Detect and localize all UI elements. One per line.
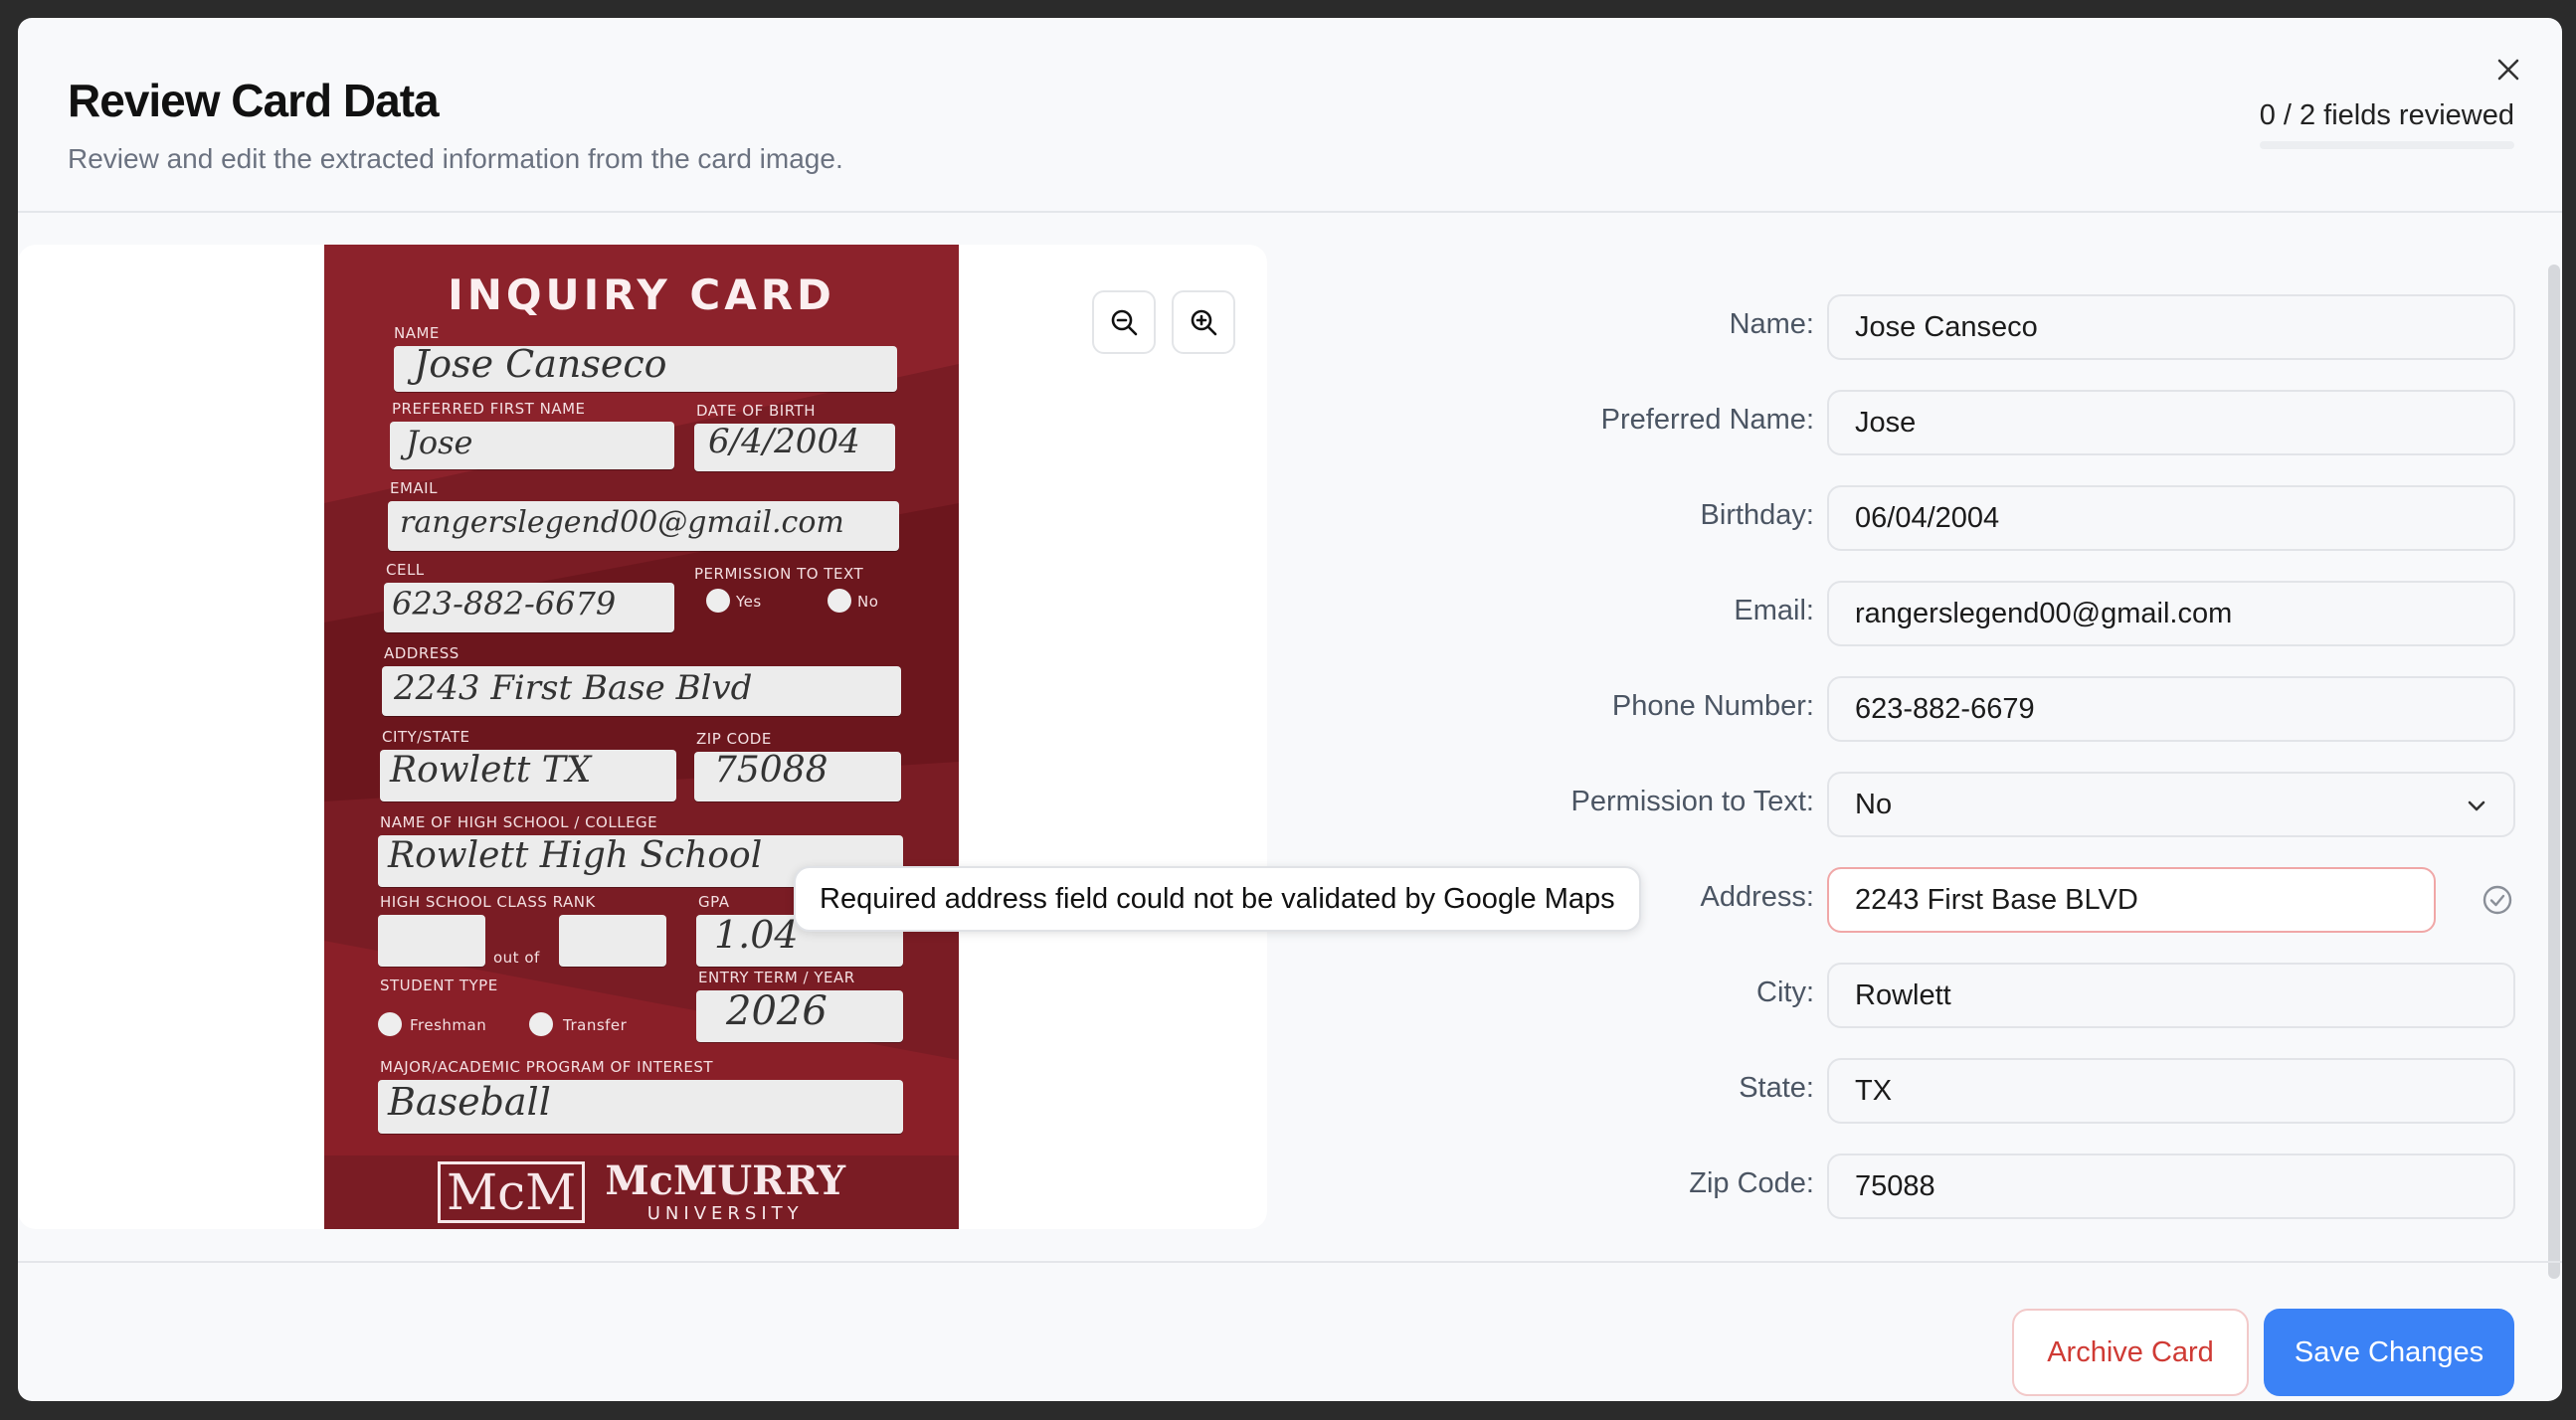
card-label-major: MAJOR/ACADEMIC PROGRAM OF INTEREST xyxy=(380,1058,714,1076)
modal-subtitle: Review and edit the extracted informatio… xyxy=(68,143,843,174)
zoom-in-icon xyxy=(1191,309,1217,336)
form-row-phone: Phone Number: 623-882-6679 xyxy=(1285,676,2530,742)
mcmurry-logo: McM McMURRY UNIVERSITY xyxy=(324,1155,959,1229)
city-input[interactable]: Rowlett xyxy=(1827,963,2515,1028)
card-hw-cell: 623-882-6679 xyxy=(392,585,617,622)
card-label-rank: HIGH SCHOOL CLASS RANK xyxy=(380,893,596,911)
card-hw-city-state: Rowlett TX xyxy=(390,750,592,791)
card-radio-no xyxy=(828,589,851,613)
check-circle-icon xyxy=(2483,885,2512,915)
logo-name: McMURRY xyxy=(605,1157,845,1204)
card-hw-preferred: Jose xyxy=(406,424,473,461)
form-row-preferred-name: Preferred Name: Jose xyxy=(1285,390,2530,455)
birthday-input[interactable]: 06/04/2004 xyxy=(1827,485,2515,551)
state-input[interactable]: TX xyxy=(1827,1058,2515,1124)
chevron-down-icon xyxy=(2468,800,2485,811)
preferred-name-input[interactable]: Jose xyxy=(1827,390,2515,455)
archive-card-button[interactable]: Archive Card xyxy=(2012,1309,2249,1396)
card-hw-entry: 2026 xyxy=(726,988,828,1034)
form-row-city: City: Rowlett xyxy=(1285,963,2530,1028)
permission-select[interactable]: No xyxy=(1827,772,2515,837)
card-radio-yes xyxy=(706,589,730,613)
card-hw-dob: 6/4/2004 xyxy=(708,422,860,461)
save-changes-button[interactable]: Save Changes xyxy=(2264,1309,2514,1396)
card-box-rank-2 xyxy=(559,915,666,967)
review-progress-bar xyxy=(2260,141,2514,149)
card-label-transfer: Transfer xyxy=(563,1016,628,1034)
card-label-out-of: out of xyxy=(493,949,540,967)
card-label-cell: CELL xyxy=(386,561,425,579)
logo-mark: McM xyxy=(437,1161,586,1223)
field-label-name: Name: xyxy=(1729,308,1814,340)
logo-sub: UNIVERSITY xyxy=(646,1203,804,1224)
form-row-name: Name: Jose Canseco xyxy=(1285,294,2530,360)
card-radio-freshman xyxy=(378,1012,402,1036)
card-label-gpa: GPA xyxy=(698,893,730,911)
field-label-address: Address: xyxy=(1700,881,1814,913)
address-input[interactable]: 2243 First Base BLVD xyxy=(1827,867,2436,933)
zoom-out-icon xyxy=(1111,309,1138,336)
field-label-city: City: xyxy=(1756,976,1814,1008)
card-hw-school: Rowlett High School xyxy=(388,835,763,876)
mark-reviewed-button[interactable] xyxy=(2481,883,2514,917)
zip-input[interactable]: 75088 xyxy=(1827,1154,2515,1219)
card-label-dob: DATE OF BIRTH xyxy=(696,402,816,420)
card-image: INQUIRY CARD NAME Jose Canseco PREFERRED… xyxy=(324,245,959,1229)
card-image-panel: INQUIRY CARD NAME Jose Canseco PREFERRED… xyxy=(18,245,1267,1229)
form-row-state: State: TX xyxy=(1285,1058,2530,1124)
form-row-birthday: Birthday: 06/04/2004 xyxy=(1285,485,2530,551)
card-hw-zip: 75088 xyxy=(714,750,828,791)
card-hw-major: Baseball xyxy=(388,1080,551,1124)
field-label-zip: Zip Code: xyxy=(1689,1167,1814,1199)
modal-footer: Archive Card Save Changes xyxy=(18,1261,2562,1401)
field-label-birthday: Birthday: xyxy=(1700,499,1814,531)
phone-input[interactable]: 623-882-6679 xyxy=(1827,676,2515,742)
zoom-in-button[interactable] xyxy=(1172,290,1235,354)
field-label-preferred-name: Preferred Name: xyxy=(1600,404,1814,436)
form-row-zip: Zip Code: 75088 xyxy=(1285,1154,2530,1219)
card-hw-name: Jose Canseco xyxy=(414,342,667,386)
field-label-phone: Phone Number: xyxy=(1611,690,1814,722)
card-label-address: ADDRESS xyxy=(384,644,460,662)
field-label-permission: Permission to Text: xyxy=(1570,786,1814,817)
address-validation-tooltip: Required address field could not be vali… xyxy=(794,866,1641,932)
card-data-form: Name: Jose Canseco Preferred Name: Jose … xyxy=(1285,245,2530,1229)
name-input[interactable]: Jose Canseco xyxy=(1827,294,2515,360)
scrollbar-thumb[interactable] xyxy=(2548,265,2560,1279)
form-scrollbar[interactable] xyxy=(2544,247,2562,1281)
card-box-rank-1 xyxy=(378,915,485,967)
card-hw-address: 2243 First Base Blvd xyxy=(394,668,753,708)
card-label-no: No xyxy=(857,593,879,611)
card-label-preferred: PREFERRED FIRST NAME xyxy=(392,400,586,418)
card-title: INQUIRY CARD xyxy=(448,270,835,319)
card-label-zip: ZIP CODE xyxy=(696,730,772,748)
modal-header: Review Card Data Review and edit the ext… xyxy=(18,18,2562,213)
review-card-modal: Review Card Data Review and edit the ext… xyxy=(18,18,2562,1401)
card-label-freshman: Freshman xyxy=(410,1016,487,1034)
card-label-email: EMAIL xyxy=(390,479,438,497)
card-label-student-type: STUDENT TYPE xyxy=(380,976,498,994)
permission-select-value: No xyxy=(1855,788,1893,820)
card-label-entry: ENTRY TERM / YEAR xyxy=(698,969,855,986)
email-input[interactable]: rangerslegend00@gmail.com xyxy=(1827,581,2515,646)
form-row-email: Email: rangerslegend00@gmail.com xyxy=(1285,581,2530,646)
form-row-permission: Permission to Text: No xyxy=(1285,772,2530,837)
zoom-out-button[interactable] xyxy=(1092,290,1156,354)
card-radio-transfer xyxy=(529,1012,553,1036)
card-label-city-state: CITY/STATE xyxy=(382,728,470,746)
field-label-state: State: xyxy=(1739,1072,1814,1104)
card-label-school: NAME OF HIGH SCHOOL / COLLEGE xyxy=(380,813,658,831)
card-hw-gpa: 1.04 xyxy=(714,913,799,957)
card-label-yes: Yes xyxy=(736,593,762,611)
review-progress-text: 0 / 2 fields reviewed xyxy=(2259,99,2514,131)
field-label-email: Email: xyxy=(1734,595,1814,626)
modal-title: Review Card Data xyxy=(68,75,440,126)
close-icon xyxy=(2497,59,2519,81)
close-button[interactable] xyxy=(2488,50,2528,89)
card-label-permission: PERMISSION TO TEXT xyxy=(694,565,864,583)
card-label-name: NAME xyxy=(394,324,440,342)
card-hw-email: rangerslegend00@gmail.com xyxy=(400,505,844,540)
logo-text: McMURRY UNIVERSITY xyxy=(605,1161,845,1223)
